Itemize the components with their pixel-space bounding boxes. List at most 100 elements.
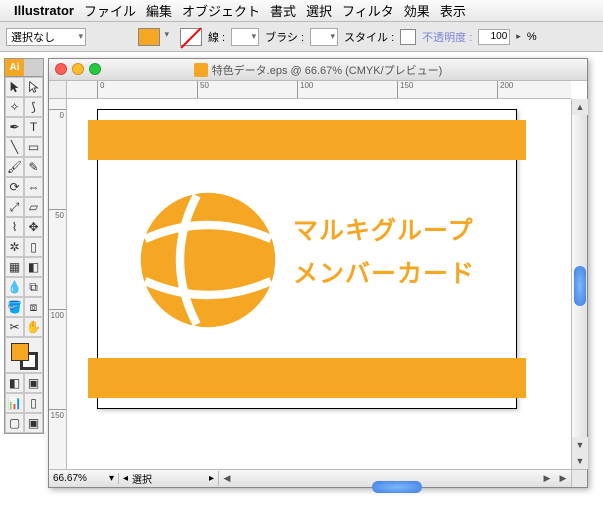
- ruler-tick: 50: [49, 209, 66, 220]
- status-bar: 66.67% ▾ ◂ 選択 ▸ ◀ ▶ ▶: [49, 469, 571, 487]
- zoom-level-dropdown[interactable]: 66.67% ▾: [49, 473, 119, 484]
- minimize-window-button[interactable]: [72, 63, 84, 75]
- scale-tool[interactable]: ⤢: [5, 197, 24, 217]
- card-bottom-band: [88, 358, 526, 398]
- crop-tool[interactable]: ⧈: [24, 297, 43, 317]
- pen-tool[interactable]: ✒: [5, 117, 24, 137]
- stroke-none-swatch[interactable]: [180, 28, 202, 46]
- gradient-tool[interactable]: ◧: [24, 257, 43, 277]
- scroll-left-icon[interactable]: ◀: [219, 473, 235, 484]
- toolbox-tab[interactable]: Ai: [5, 59, 24, 77]
- ruler-tick: 150: [49, 409, 66, 420]
- fill-swatch[interactable]: [138, 28, 160, 46]
- document-window: 特色データ.eps @ 66.67% (CMYK/プレビュー) 0 50 100…: [48, 58, 588, 488]
- eyedropper-tool[interactable]: 💧: [5, 277, 24, 297]
- fill-stroke-control[interactable]: [5, 337, 43, 373]
- lasso-tool[interactable]: ⟆: [24, 97, 43, 117]
- vertical-scroll-thumb[interactable]: [574, 266, 586, 306]
- scroll-down-icon[interactable]: ▼: [572, 453, 588, 469]
- ruler-tick: 150: [397, 81, 413, 98]
- ruler-tick: 0: [97, 81, 104, 98]
- selection-dropdown[interactable]: 選択なし: [6, 28, 86, 46]
- globe-logo-icon: [138, 190, 278, 330]
- scissors-tool[interactable]: ✂: [5, 317, 24, 337]
- type-tool[interactable]: T: [24, 117, 43, 137]
- toolbox-panel: Ai ✧⟆ ✒T ╲▭ 🖌✎ ⟳⇔ ⤢▱ ⌇✥ ✲▯ ▦◧ 💧⧉ 🪣⧈ ✂✋ ◧…: [4, 58, 44, 434]
- opacity-label: 不透明度 :: [422, 29, 472, 45]
- resize-grip-icon[interactable]: [571, 469, 587, 487]
- free-transform-tool[interactable]: ✥: [24, 217, 43, 237]
- options-bar: 選択なし 線 : ブラシ : スタイル : 不透明度 : ▸ %: [0, 22, 603, 52]
- paintbrush-tool[interactable]: 🖌: [5, 157, 24, 177]
- magic-wand-tool[interactable]: ✧: [5, 97, 24, 117]
- toolbox-tab-empty[interactable]: [24, 59, 43, 77]
- scroll-right-icon[interactable]: ▶: [555, 473, 571, 484]
- horizontal-ruler[interactable]: 0 50 100 150 200: [67, 81, 571, 99]
- menu-file[interactable]: ファイル: [84, 1, 136, 20]
- stroke-label: 線 :: [208, 29, 225, 45]
- document-icon: [194, 63, 208, 77]
- reflect-tool[interactable]: ⇔: [24, 177, 43, 197]
- menu-select[interactable]: 選択: [306, 1, 332, 20]
- graph-tool[interactable]: ▯: [24, 237, 43, 257]
- direct-selection-tool[interactable]: [24, 77, 43, 97]
- selection-tool[interactable]: [5, 77, 24, 97]
- vertical-scrollbar[interactable]: ▲ ▼ ▼: [571, 99, 587, 469]
- status-selection-dropdown[interactable]: ◂ 選択 ▸: [119, 471, 219, 486]
- blend-tool[interactable]: ⧉: [24, 277, 43, 297]
- ruler-tick: 100: [49, 309, 66, 320]
- graph-column-tool[interactable]: 📊: [5, 393, 24, 413]
- ruler-corner: [49, 81, 67, 99]
- rotate-tool[interactable]: ⟳: [5, 177, 24, 197]
- live-paint-tool[interactable]: 🪣: [5, 297, 24, 317]
- window-titlebar[interactable]: 特色データ.eps @ 66.67% (CMYK/プレビュー): [49, 59, 587, 81]
- zoom-window-button[interactable]: [89, 63, 101, 75]
- menu-edit[interactable]: 編集: [146, 1, 172, 20]
- scroll-up-icon[interactable]: ▲: [572, 99, 588, 115]
- menu-effect[interactable]: 効果: [404, 1, 430, 20]
- mesh-tool[interactable]: ▦: [5, 257, 24, 277]
- screen-mode-button[interactable]: ▣: [24, 373, 43, 393]
- ruler-tick: 100: [297, 81, 313, 98]
- ruler-tick: 0: [49, 109, 66, 120]
- card-text-line1: マルキグループ: [293, 210, 475, 253]
- pencil-tool[interactable]: ✎: [24, 157, 43, 177]
- shear-tool[interactable]: ▱: [24, 197, 43, 217]
- system-menubar: Illustrator ファイル 編集 オブジェクト 書式 選択 フィルタ 効果…: [0, 0, 603, 22]
- warp-tool[interactable]: ⌇: [5, 217, 24, 237]
- menu-object[interactable]: オブジェクト: [182, 1, 260, 20]
- menu-type[interactable]: 書式: [270, 1, 296, 20]
- style-swatch[interactable]: [400, 29, 416, 45]
- menu-view[interactable]: 表示: [440, 1, 466, 20]
- opacity-unit: %: [527, 31, 537, 43]
- card-text: マルキグループ メンバーカード: [293, 210, 475, 295]
- status-label: 選択: [132, 471, 152, 486]
- hand-tool[interactable]: ✋: [24, 317, 43, 337]
- stroke-weight-dropdown[interactable]: [231, 28, 259, 46]
- normal-screen-icon[interactable]: ▢: [5, 413, 24, 433]
- close-window-button[interactable]: [55, 63, 67, 75]
- full-screen-icon[interactable]: ▣: [24, 413, 43, 433]
- menu-filter[interactable]: フィルタ: [342, 1, 394, 20]
- canvas[interactable]: マルキグループ メンバーカード: [67, 99, 571, 469]
- opacity-input[interactable]: [478, 29, 510, 45]
- line-tool[interactable]: ╲: [5, 137, 24, 157]
- color-mode-button[interactable]: ◧: [5, 373, 24, 393]
- chevron-left-icon: ◂: [123, 473, 128, 484]
- brush-dropdown[interactable]: [310, 28, 338, 46]
- zoom-value: 66.67%: [53, 473, 87, 484]
- horizontal-scroll-thumb[interactable]: [372, 481, 422, 493]
- opacity-stepper-icon[interactable]: ▸: [516, 31, 521, 42]
- fill-color-icon[interactable]: [11, 343, 29, 361]
- chevron-right-icon: ▸: [209, 473, 214, 484]
- scroll-right-icon[interactable]: ▶: [539, 473, 555, 484]
- slice-tool[interactable]: ▯: [24, 393, 43, 413]
- card-text-line2: メンバーカード: [293, 253, 475, 296]
- scroll-down-icon[interactable]: ▼: [572, 437, 588, 453]
- ruler-tick: 50: [197, 81, 209, 98]
- app-menu[interactable]: Illustrator: [14, 3, 74, 18]
- symbol-sprayer-tool[interactable]: ✲: [5, 237, 24, 257]
- rectangle-tool[interactable]: ▭: [24, 137, 43, 157]
- card-top-band: [88, 120, 526, 160]
- vertical-ruler[interactable]: 0 50 100 150: [49, 99, 67, 469]
